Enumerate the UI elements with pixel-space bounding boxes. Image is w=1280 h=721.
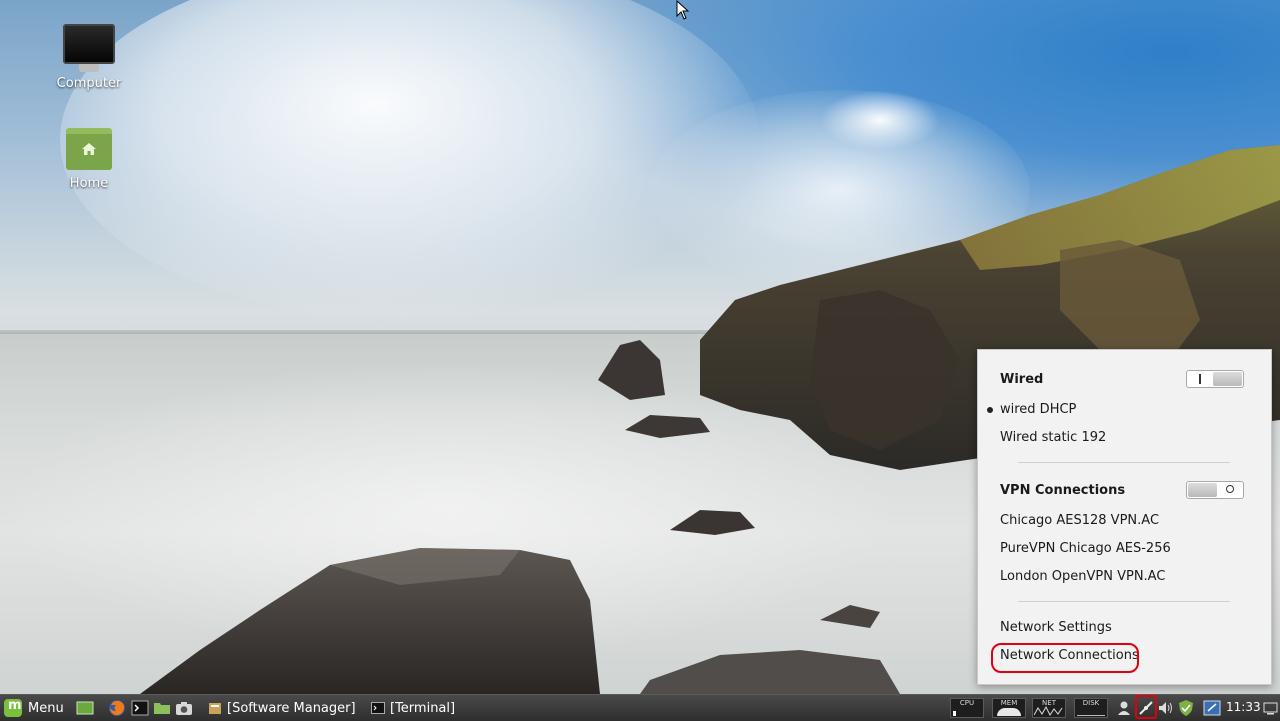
home-folder-icon — [39, 128, 139, 170]
mouse-pointer-icon — [676, 0, 690, 20]
connection-label: PureVPN Chicago AES-256 — [1000, 541, 1171, 556]
vpn-connection-item[interactable]: PureVPN Chicago AES-256 — [1000, 541, 1171, 556]
wired-connection-item[interactable]: wired DHCP — [987, 402, 1077, 417]
firefox-icon[interactable] — [108, 699, 126, 717]
terminal-icon[interactable] — [131, 699, 149, 717]
menu-label: Menu — [28, 700, 64, 716]
workspace-icon[interactable] — [1203, 699, 1221, 717]
wired-section-title: Wired — [1000, 372, 1044, 387]
wired-toggle-switch[interactable] — [1186, 370, 1244, 388]
volume-icon[interactable] — [1157, 699, 1175, 717]
computer-icon — [39, 24, 139, 72]
show-desktop-corner-icon[interactable] — [1262, 699, 1280, 717]
menu-separator — [1018, 462, 1230, 463]
connection-label: London OpenVPN VPN.AC — [1000, 569, 1166, 584]
monitor-label: MEM — [1000, 699, 1018, 707]
desktop-icon-computer[interactable]: Computer — [39, 24, 139, 91]
network-applet-menu: Wired wired DHCP Wired static 192 VPN Co… — [977, 349, 1272, 685]
active-connection-bullet — [987, 407, 993, 413]
desktop-icon-label: Computer — [56, 76, 122, 91]
wired-connection-item[interactable]: Wired static 192 — [1000, 430, 1106, 445]
vpn-section-title: VPN Connections — [1000, 483, 1126, 498]
window-title: [Software Manager] — [227, 700, 356, 716]
connection-label: Chicago AES128 VPN.AC — [1000, 513, 1160, 528]
desktop-icon-home[interactable]: Home — [39, 128, 139, 191]
vpn-connection-item[interactable]: Chicago AES128 VPN.AC — [1000, 513, 1159, 528]
window-title: [Terminal] — [390, 700, 456, 716]
connection-label: wired DHCP — [1000, 402, 1077, 417]
menu-item-label: Network Settings — [1000, 620, 1112, 635]
monitor-label: CPU — [959, 699, 975, 707]
desktop-icon-label: Home — [69, 176, 109, 191]
files-icon[interactable] — [153, 699, 171, 717]
main-menu-button[interactable]: Menu — [2, 697, 70, 719]
show-desktop-icon[interactable] — [76, 699, 94, 717]
screenshot-icon[interactable] — [175, 699, 193, 717]
vpn-connection-item[interactable]: London OpenVPN VPN.AC — [1000, 569, 1165, 584]
menu-separator — [1018, 601, 1230, 602]
taskbar-panel: Menu [Software Manager] [Terminal] CPU — [0, 694, 1280, 721]
memory-monitor-graph[interactable]: MEM — [992, 698, 1026, 718]
window-button-software-manager[interactable]: [Software Manager] — [202, 697, 362, 719]
window-button-terminal[interactable]: [Terminal] — [365, 697, 461, 719]
network-monitor-graph[interactable]: NET — [1032, 698, 1066, 718]
linux-mint-logo-icon — [4, 698, 22, 717]
user-icon[interactable] — [1115, 699, 1133, 717]
terminal-icon — [371, 702, 385, 714]
disk-monitor-graph[interactable]: DISK — [1074, 698, 1108, 718]
connection-label: Wired static 192 — [1000, 430, 1107, 445]
highlight-network-connections — [991, 643, 1139, 673]
software-manager-icon — [209, 703, 221, 714]
network-settings-item[interactable]: Network Settings — [1000, 620, 1112, 635]
vpn-toggle-switch[interactable] — [1186, 481, 1244, 499]
highlight-network-tray-icon — [1135, 695, 1157, 719]
monitor-label: DISK — [1082, 699, 1100, 707]
clock[interactable]: 11:33 — [1226, 700, 1261, 714]
cpu-monitor-graph[interactable]: CPU — [950, 698, 984, 718]
update-shield-icon[interactable] — [1177, 699, 1195, 717]
